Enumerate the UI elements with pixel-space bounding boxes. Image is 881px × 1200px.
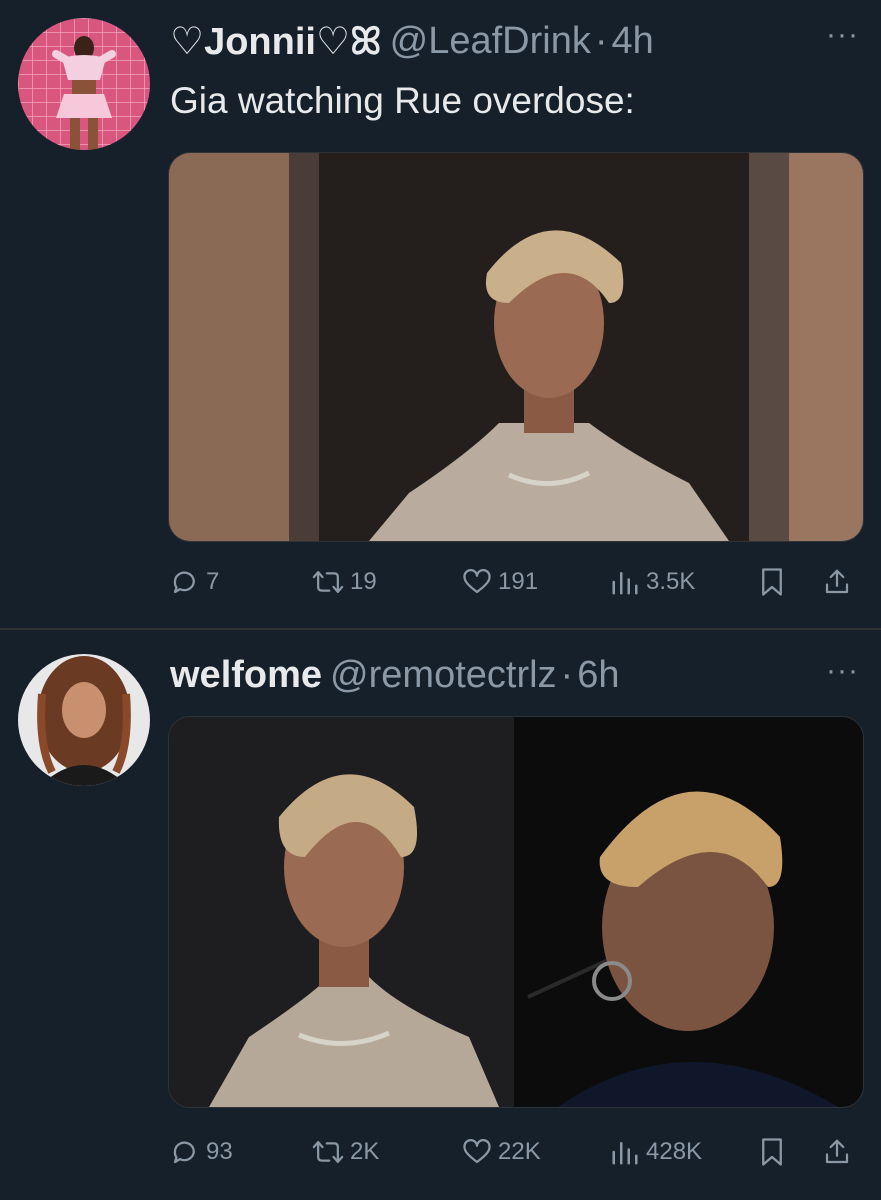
display-name[interactable]: ♡Jonnii♡ꕤ — [170, 19, 382, 64]
avatar-image — [18, 18, 150, 150]
avatar[interactable] — [18, 654, 150, 786]
more-icon[interactable]: ··· — [826, 18, 859, 52]
display-name[interactable]: welfome — [170, 654, 322, 697]
tweet-text: Gia watching Rue overdose: — [170, 80, 635, 121]
user-handle[interactable]: @LeafDrink — [390, 20, 591, 63]
media-image-left[interactable] — [169, 717, 514, 1107]
reply-count: 93 — [206, 1138, 233, 1165]
bookmark-button[interactable] — [758, 562, 786, 602]
avatar[interactable] — [18, 18, 150, 150]
tweet-header: ♡Jonnii♡ꕤ @LeafDrink · 4h — [170, 18, 654, 64]
retweet-icon — [312, 1141, 344, 1163]
views-icon — [612, 572, 638, 595]
separator-dot: · — [594, 19, 608, 62]
action-bar: 93 2K 22K 428K — [170, 1132, 860, 1172]
retweet-button[interactable]: 19 — [312, 562, 377, 602]
bookmark-icon — [762, 568, 782, 596]
reply-button[interactable]: 7 — [170, 562, 219, 602]
tweet-card[interactable]: ♡Jonnii♡ꕤ @LeafDrink · 4h ··· Gia watchi… — [0, 0, 881, 628]
timestamp[interactable]: 4h — [612, 20, 654, 63]
avatar-image — [18, 654, 150, 786]
share-button[interactable] — [822, 562, 852, 602]
tweet-card[interactable]: welfome @remotectrlz · 6h ··· 93 2K 22K … — [0, 630, 881, 1200]
retweet-icon — [312, 571, 344, 593]
media-image-right[interactable] — [518, 717, 863, 1107]
separator-dot: · — [560, 653, 574, 696]
reply-count: 7 — [206, 568, 220, 595]
share-button[interactable] — [822, 1132, 852, 1172]
reply-icon — [173, 1141, 195, 1164]
like-count: 191 — [498, 568, 539, 595]
views-count: 3.5K — [646, 568, 696, 595]
tweet-header: welfome @remotectrlz · 6h — [170, 652, 619, 698]
more-icon[interactable]: ··· — [826, 654, 859, 688]
reply-button[interactable]: 93 — [170, 1132, 233, 1172]
reply-icon — [173, 571, 195, 594]
share-icon — [825, 569, 849, 594]
user-handle[interactable]: @remotectrlz — [330, 654, 557, 697]
views-button[interactable]: 3.5K — [610, 562, 695, 602]
like-button[interactable]: 22K — [462, 1132, 541, 1172]
tweet-media[interactable] — [168, 152, 864, 542]
timestamp[interactable]: 6h — [577, 654, 619, 697]
views-icon — [612, 1142, 638, 1165]
share-icon — [825, 1139, 849, 1164]
retweet-button[interactable]: 2K — [312, 1132, 379, 1172]
retweet-count: 2K — [350, 1138, 380, 1165]
media-image — [169, 153, 863, 541]
views-button[interactable]: 428K — [610, 1132, 702, 1172]
views-count: 428K — [646, 1138, 703, 1165]
like-button[interactable]: 191 — [462, 562, 538, 602]
bookmark-button[interactable] — [758, 1132, 786, 1172]
like-icon — [463, 569, 491, 594]
retweet-count: 19 — [350, 568, 377, 595]
like-icon — [463, 1139, 491, 1164]
bookmark-icon — [762, 1138, 782, 1166]
tweet-media[interactable] — [168, 716, 864, 1108]
like-count: 22K — [498, 1138, 541, 1165]
action-bar: 7 19 191 3.5K — [170, 562, 860, 602]
